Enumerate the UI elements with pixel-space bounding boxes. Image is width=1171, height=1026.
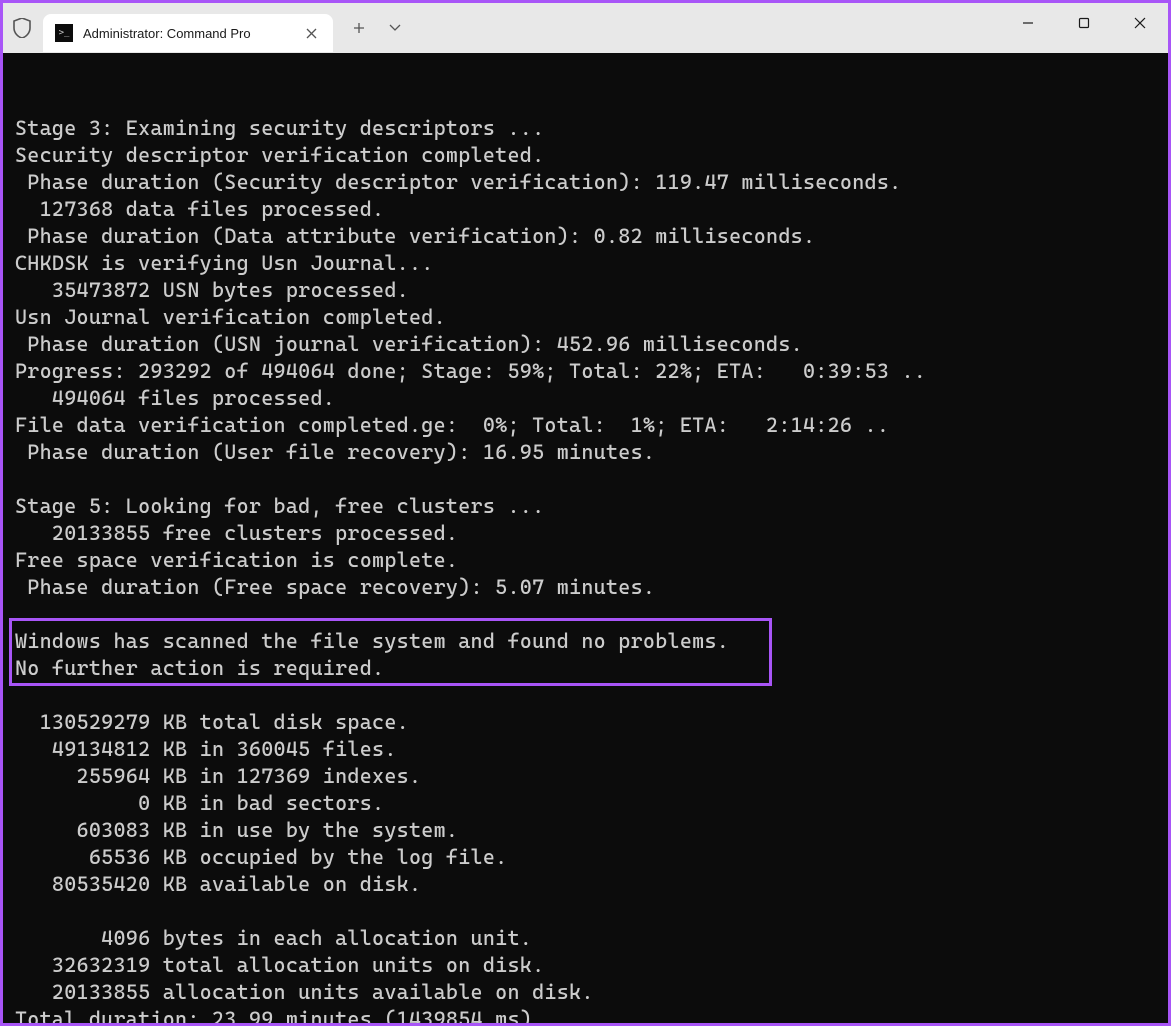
window-controls [1000, 3, 1168, 43]
shield-icon [11, 17, 33, 39]
titlebar: >_ Administrator: Command Pro [3, 3, 1168, 53]
terminal-output[interactable]: Stage 3: Examining security descriptors … [3, 53, 1168, 1023]
terminal-tab[interactable]: >_ Administrator: Command Pro [43, 14, 333, 52]
tab-close-button[interactable] [301, 23, 321, 43]
maximize-button[interactable] [1056, 3, 1112, 43]
terminal-text: Stage 3: Examining security descriptors … [15, 115, 1156, 1023]
close-button[interactable] [1112, 3, 1168, 43]
new-tab-button[interactable] [341, 10, 377, 46]
tab-title: Administrator: Command Pro [83, 26, 291, 41]
tab-dropdown-button[interactable] [377, 10, 413, 46]
minimize-button[interactable] [1000, 3, 1056, 43]
terminal-icon: >_ [55, 24, 73, 42]
